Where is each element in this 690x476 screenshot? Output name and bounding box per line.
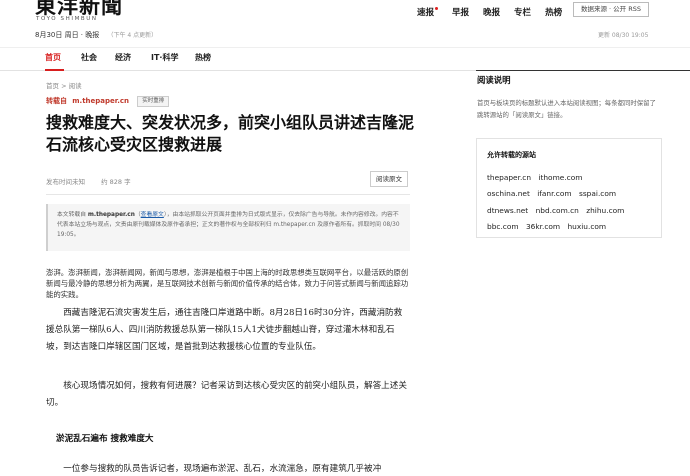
top-nav-breaking-label: 速报: [417, 8, 435, 18]
article-headline: 搜救难度大、突发状况多，前突小组队员讲述吉隆泥石流核心受灾区搜救进展: [46, 113, 415, 154]
reflow-badge: 实时重排: [137, 96, 170, 107]
source-link[interactable]: nbd.com.cn: [536, 206, 579, 215]
source-link[interactable]: zhihu.com: [586, 206, 624, 215]
edition-update-note: （下午 4 点更新）: [107, 32, 158, 39]
top-nav-trending[interactable]: 热榜: [545, 6, 562, 18]
breadcrumb[interactable]: 首页 > 阅读: [46, 80, 82, 90]
repost-notice: 本文转载自 m.thepaper.cn（查看原文），由本站抓取公开页面并重排为日…: [46, 204, 410, 251]
top-nav-breaking[interactable]: 速报: [417, 6, 439, 18]
article-paragraph-2: 核心现场情况如何，搜救有何进展？记者采访到达核心受灾区的前突小组队员，解答上述关…: [46, 381, 407, 408]
read-original-button[interactable]: 阅读原文: [370, 171, 408, 187]
source-row: oschina.net ifanr.com sspai.com: [487, 189, 621, 198]
section-tab-it-science[interactable]: IT·科学: [151, 48, 178, 71]
sidebar-title: 阅读说明: [477, 75, 511, 85]
section-tab-home[interactable]: 首页: [45, 48, 64, 71]
source-link[interactable]: bbc.com: [487, 222, 519, 231]
source-link[interactable]: sspai.com: [579, 189, 616, 198]
section-tab-economy[interactable]: 经济: [115, 48, 131, 71]
edition-date: 8月30日 周日 · 晚报 （下午 4 点更新）: [35, 30, 157, 40]
source-link[interactable]: thepaper.cn: [487, 173, 531, 182]
live-dot-icon: [435, 7, 439, 10]
article-paragraph-3: 一位参与搜救的队员告诉记者，现场遍布淤泥、乱石，水流湍急，原有建筑几乎被冲: [63, 464, 382, 474]
notice-domain: m.thepaper.cn: [87, 212, 135, 218]
source-link[interactable]: ithome.com: [538, 173, 582, 182]
word-count: 约 828 字: [101, 178, 131, 186]
allowed-sources-title: 允许转载的源站: [487, 151, 536, 159]
allowed-sources-card: 允许转载的源站 thepaper.cn ithome.com oschina.n…: [476, 138, 662, 238]
edition-date-text: 8月30日 周日 · 晚报: [35, 31, 100, 39]
rss-source-button[interactable]: 数据来源 · 公开 RSS: [573, 2, 649, 17]
repost-domain[interactable]: m.thepaper.cn: [72, 97, 129, 105]
sidebar-rule: [476, 70, 690, 71]
last-updated: 更新 08/30 19:05: [598, 32, 649, 39]
divider: [46, 194, 410, 195]
source-summary: 澎湃。澎湃新闻，澎湃新闻网，新闻与思想，澎湃是植根于中国上海的时政思想类互联网平…: [46, 268, 409, 299]
top-nav: 速报 早报 晚报 专栏 热榜: [417, 6, 576, 18]
top-nav-evening[interactable]: 晚报: [483, 6, 500, 18]
section-nav: 首页 社会 经济 IT·科学 热榜: [0, 47, 690, 71]
repost-source: 转载自 m.thepaper.cn 实时重排: [46, 96, 170, 107]
source-row: bbc.com 36kr.com huxiu.com: [487, 222, 611, 231]
publish-time: 发布时间未知: [46, 178, 85, 186]
masthead: 東洋新聞 TOYO SHIMBUN 8月30日 周日 · 晚报 （下午 4 点更…: [0, 0, 690, 40]
repost-label: 转载自: [46, 97, 67, 105]
section-tab-trending[interactable]: 热榜: [195, 48, 211, 71]
source-link[interactable]: ifanr.com: [537, 189, 571, 198]
source-link[interactable]: oschina.net: [487, 189, 530, 198]
source-row: dtnews.net nbd.com.cn zhihu.com: [487, 206, 629, 215]
notice-text-1: 本文转载自: [57, 212, 88, 218]
article-paragraph-1: 西藏吉隆泥石流灾害发生后，通往吉隆口岸道路中断。8月28日16时30分许，西藏消…: [46, 308, 403, 352]
site-logo-subtitle: TOYO SHIMBUN: [36, 16, 98, 22]
section-tab-society[interactable]: 社会: [81, 48, 97, 71]
source-row: thepaper.cn ithome.com: [487, 173, 587, 182]
source-link[interactable]: dtnews.net: [487, 206, 528, 215]
article-subheading: 淤泥乱石遍布 搜救难度大: [56, 434, 154, 444]
sidebar-description: 首页与板块页的标题默认进入本站阅读视图；每条都同时保留了跳转源站的「阅读原文」链…: [477, 99, 656, 119]
source-link[interactable]: huxiu.com: [568, 222, 607, 231]
source-link[interactable]: 36kr.com: [526, 222, 560, 231]
top-nav-column[interactable]: 专栏: [514, 6, 531, 18]
notice-view-original-link[interactable]: 查看原文: [141, 212, 164, 218]
top-nav-morning[interactable]: 早报: [452, 6, 469, 18]
article-meta: 发布时间未知 约 828 字: [46, 176, 131, 186]
